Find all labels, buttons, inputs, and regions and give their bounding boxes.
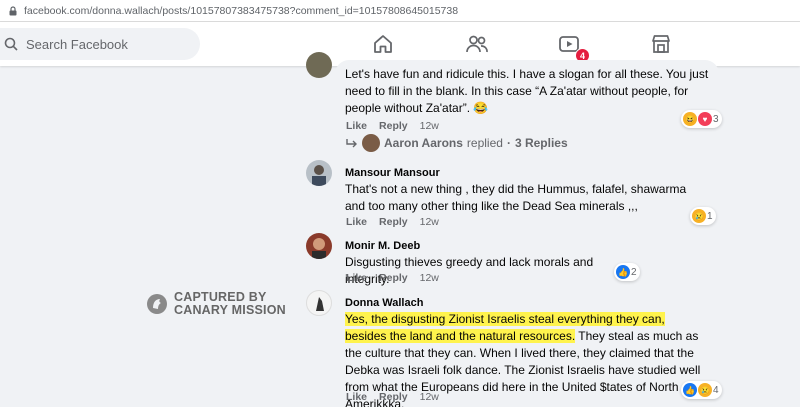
reply-button[interactable]: Reply xyxy=(379,120,408,132)
comment-actions: Like Reply 12w xyxy=(346,391,439,403)
sad-icon: 😢 xyxy=(698,383,712,397)
reaction-summary[interactable]: 👍 2 xyxy=(614,263,640,281)
reaction-summary[interactable]: 😆 ♥ 3 xyxy=(681,110,722,128)
comment-bubble: Donna Wallach Yes, the disgusting Zionis… xyxy=(335,290,719,407)
reply-count: 3 Replies xyxy=(514,136,568,150)
avatar[interactable] xyxy=(306,290,332,316)
love-icon: ♥ xyxy=(698,112,712,126)
timestamp[interactable]: 12w xyxy=(420,391,439,403)
browser-url-bar[interactable]: facebook.com/donna.wallach/posts/1015780… xyxy=(0,0,800,22)
like-button[interactable]: Like xyxy=(346,120,367,132)
search-icon xyxy=(4,37,18,51)
comment-actions: Like Reply 12w xyxy=(346,120,439,132)
like-icon: 👍 xyxy=(683,383,697,397)
canary-mission-watermark: CAPTURED BY CANARY MISSION xyxy=(146,291,286,317)
reaction-summary[interactable]: 😢 1 xyxy=(690,207,716,225)
reaction-count: 2 xyxy=(631,266,637,278)
reply-button[interactable]: Reply xyxy=(379,272,408,284)
avatar[interactable] xyxy=(306,160,332,186)
comment-text: Let's have fun and ridicule this. I have… xyxy=(345,67,709,115)
reply-button[interactable]: Reply xyxy=(379,216,408,228)
timestamp[interactable]: 12w xyxy=(420,216,439,228)
url-text: facebook.com/donna.wallach/posts/1015780… xyxy=(24,4,459,17)
reply-button[interactable]: Reply xyxy=(379,391,408,403)
reply-label: replied xyxy=(466,136,503,150)
avatar[interactable] xyxy=(306,233,332,259)
reply-arrow-icon xyxy=(346,139,357,148)
reply-author: Aaron Aarons xyxy=(384,136,463,150)
reaction-count: 4 xyxy=(713,384,719,396)
comment-actions: Like Reply 12w xyxy=(346,216,439,228)
separator: · xyxy=(506,136,511,150)
timestamp[interactable]: 12w xyxy=(420,120,439,132)
haha-icon: 😆 xyxy=(683,112,697,126)
reaction-count: 1 xyxy=(707,210,713,222)
comment-bubble: Mansour Mansour That's not a new thing ,… xyxy=(335,160,719,221)
marketplace-icon[interactable] xyxy=(649,32,673,56)
like-button[interactable]: Like xyxy=(346,216,367,228)
reaction-summary[interactable]: 👍 😢 4 xyxy=(681,381,722,399)
search-input[interactable]: Search Facebook xyxy=(0,28,200,60)
comment-author[interactable]: Mansour Mansour xyxy=(345,166,709,181)
view-replies-link[interactable]: Aaron Aarons replied · 3 Replies xyxy=(346,134,568,152)
comment-actions: Like Reply 12w xyxy=(346,272,439,284)
comment-author[interactable]: Monir M. Deeb xyxy=(345,239,631,254)
like-icon: 👍 xyxy=(616,265,630,279)
timestamp[interactable]: 12w xyxy=(420,272,439,284)
home-icon[interactable] xyxy=(371,32,395,56)
friends-icon[interactable] xyxy=(465,32,489,56)
avatar xyxy=(362,134,380,152)
avatar[interactable] xyxy=(306,52,332,78)
watermark-line-2: CANARY MISSION xyxy=(174,303,286,317)
comment-bubble: Monir M. Deeb Disgusting thieves greedy … xyxy=(335,233,641,294)
comment-bubble: Let's have fun and ridicule this. I have… xyxy=(335,60,719,123)
comment-text: That's not a new thing , they did the Hu… xyxy=(345,182,687,213)
like-button[interactable]: Like xyxy=(346,391,367,403)
lock-icon xyxy=(8,5,18,16)
laughing-emoji-icon: 😂 xyxy=(473,101,489,115)
search-placeholder: Search Facebook xyxy=(26,36,128,52)
canary-logo-icon xyxy=(147,294,167,314)
comment-author[interactable]: Donna Wallach xyxy=(345,296,709,311)
reaction-count: 3 xyxy=(713,113,719,125)
sad-icon: 😢 xyxy=(692,209,706,223)
like-button[interactable]: Like xyxy=(346,272,367,284)
